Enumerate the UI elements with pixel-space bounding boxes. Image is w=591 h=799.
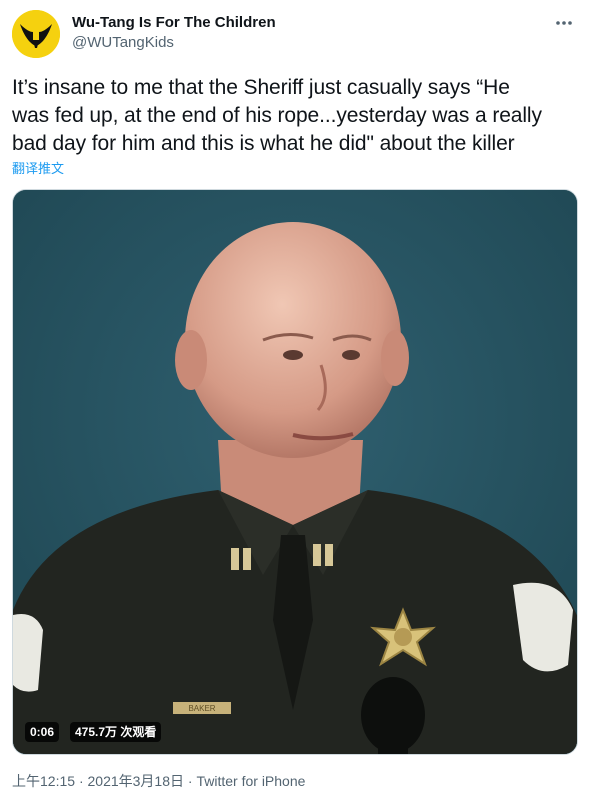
display-name[interactable]: Wu-Tang Is For The Children [72,13,276,33]
tweet-meta: 上午12:15 · 2021年3月18日 · Twitter for iPhon… [12,772,305,790]
tweet-time: 上午12:15 [12,773,76,789]
meta-separator: · [78,773,84,789]
meta-separator: · [187,773,193,789]
wu-tang-logo-icon [12,10,60,58]
author-block: Wu-Tang Is For The Children @WUTangKids [72,13,276,53]
tweet-source[interactable]: Twitter for iPhone [196,773,305,789]
tweet-header: Wu-Tang Is For The Children @WUTangKids [12,10,579,58]
translate-tweet-link[interactable]: 翻译推文 [12,160,64,178]
video-frame: BAKER [13,190,577,754]
tweet-text-line: It’s insane to me that the Sheriff just … [12,76,510,99]
tweet-card: Wu-Tang Is For The Children @WUTangKids … [0,0,591,799]
video-timestamp: 0:06 [25,722,60,742]
user-handle[interactable]: @WUTangKids [72,33,276,53]
tweet-text-line: bad day for him and this is what he did"… [12,132,515,155]
more-options-icon[interactable] [553,12,575,34]
tweet-date: 2021年3月18日 [87,773,185,789]
video-player[interactable]: BAKER 0:06 475.7万 次观看 [12,189,578,755]
tweet-text-line: was fed up, at the end of his rope...yes… [12,104,542,127]
video-views: 475.7万 次观看 [70,722,162,742]
avatar[interactable] [12,10,60,58]
nameplate-text: BAKER [188,704,215,713]
tweet-text: It’s insane to me that the Sheriff just … [12,74,577,158]
